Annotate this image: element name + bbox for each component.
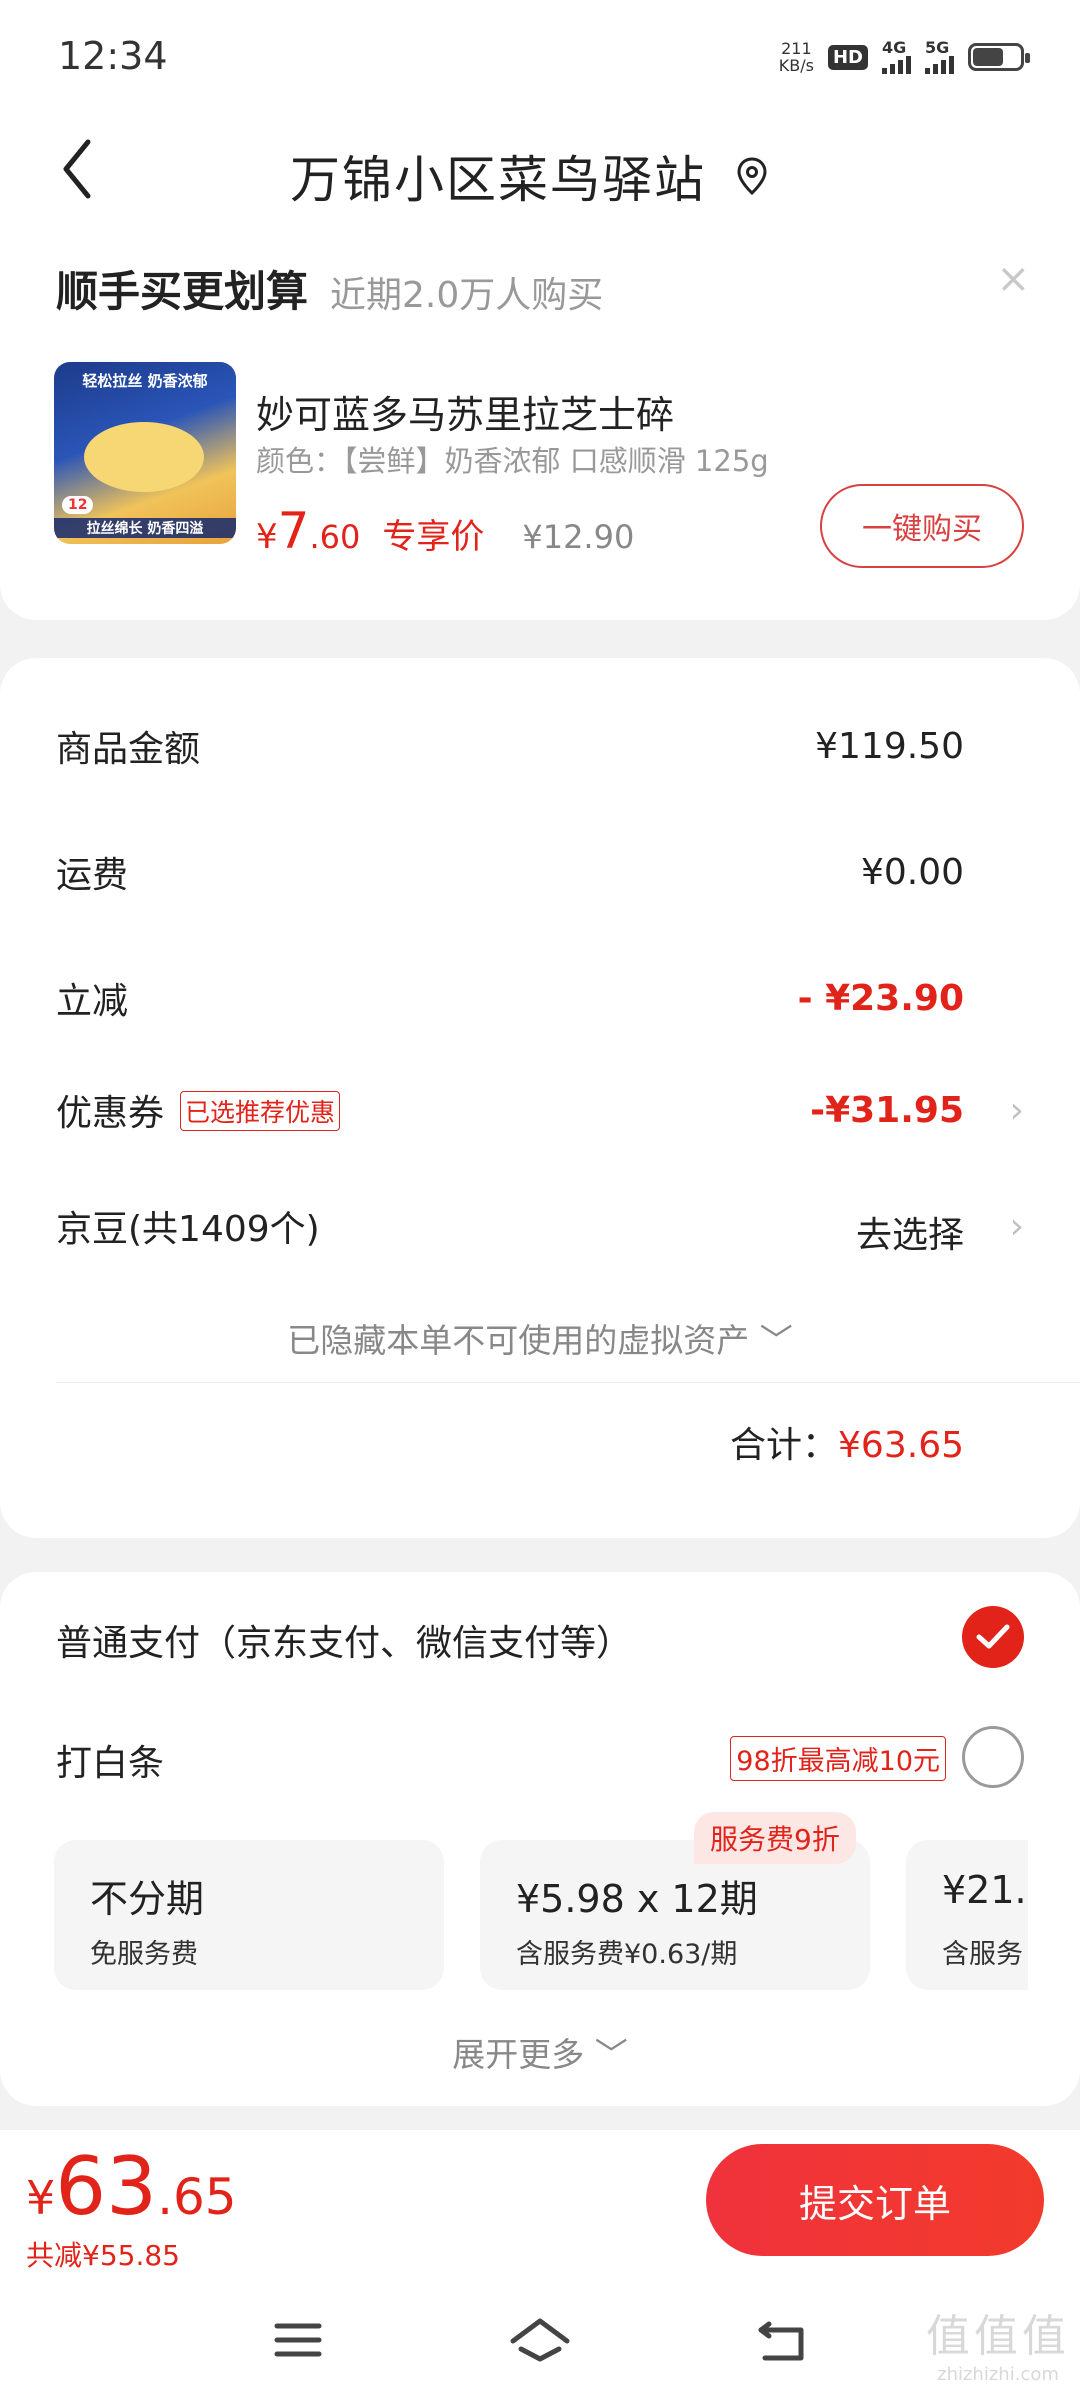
return-icon (758, 2321, 804, 2361)
chevron-right-icon: › (1009, 1206, 1024, 1247)
net-speed: 211 KB/s (778, 39, 814, 75)
coupon-badge: 已选推荐优惠 (180, 1091, 341, 1131)
chevron-right-icon: › (1009, 1090, 1024, 1131)
status-icons: 211 KB/s HD 4G 5G (778, 39, 1030, 75)
watermark-logo: 值值值 zhizhizhi.com (926, 2311, 1070, 2385)
goods-amount-row: 商品金额 ¥119.50 (56, 726, 964, 770)
hidden-assets-toggle[interactable]: 已隐藏本单不可使用的虚拟资产 ﹀ (0, 1314, 1080, 1362)
checked-radio[interactable] (962, 1606, 1024, 1668)
product-name[interactable]: 妙可蓝多马苏里拉芝士碎 (256, 384, 674, 439)
product-spec: 颜色：【尝鲜】奶香浓郁 口感顺滑 125g (256, 444, 769, 478)
header: 万锦小区菜鸟驿站 (0, 120, 1080, 230)
service-fee-discount-badge: 服务费9折 (694, 1812, 856, 1864)
menu-icon (274, 2323, 322, 2357)
instant-discount-row: 立减 - ¥23.90 (56, 978, 964, 1022)
battery-icon (968, 43, 1030, 71)
page-title: 万锦小区菜鸟驿站 (290, 151, 706, 209)
checkout-total: ¥ 63 .65 (26, 2140, 237, 2233)
coupon-row[interactable]: 优惠券 已选推荐优惠 -¥31.95 › (56, 1084, 1024, 1144)
jd-beans-row[interactable]: 京豆(共1409个) 去选择 › (56, 1200, 1024, 1260)
plan-other-installments[interactable]: ¥21.8 含服务 (906, 1840, 1028, 1990)
unchecked-radio[interactable] (962, 1726, 1024, 1788)
upsell-subtitle: 近期2.0万人购买 (330, 275, 604, 316)
system-nav-bar (0, 2290, 1080, 2400)
upsell-card: 顺手买更划算 近期2.0万人购买 × 轻松拉丝 奶香浓郁 12 拉丝绵长 奶香四… (0, 230, 1080, 620)
status-time: 12:34 (58, 34, 168, 78)
exclusive-price-tag: 专享价 (382, 517, 485, 557)
plan-no-installment[interactable]: 不分期 免服务费 (54, 1840, 444, 1990)
home-icon (510, 2318, 570, 2362)
payment-method-card: 普通支付（京东支付、微信支付等） 打白条 98折最高减10元 不分期 免服务费 … (0, 1572, 1080, 2106)
normal-payment-option[interactable]: 普通支付（京东支付、微信支付等） (56, 1606, 1024, 1676)
installment-plans: 不分期 免服务费 ¥5.98 x 12期 含服务费¥0.63/期 ¥21.8 含… (54, 1840, 1028, 1990)
upsell-title: 顺手买更划算 (56, 267, 309, 316)
back-button[interactable] (48, 134, 118, 204)
menu-button[interactable] (258, 2300, 338, 2380)
signal-4g-icon: 4G (882, 40, 911, 74)
order-total: 合计：¥63.65 (730, 1425, 964, 1466)
original-price: ¥12.90 (522, 518, 635, 556)
one-click-buy-button[interactable]: 一键购买 (820, 484, 1024, 568)
signal-5g-icon: 5G (925, 40, 954, 74)
baitiao-promo-tag: 98折最高减10元 (730, 1736, 946, 1781)
order-summary-card: 商品金额 ¥119.50 运费 ¥0.00 立减 - ¥23.90 优惠券 已选推… (0, 658, 1080, 1538)
divider (56, 1382, 1080, 1383)
product-price: ¥ 7 .60 专享价 ¥12.90 (256, 502, 635, 560)
home-button[interactable] (500, 2300, 580, 2380)
total-saved: 共减¥55.85 (26, 2239, 180, 2272)
expand-more-toggle[interactable]: 展开更多 ﹀ (0, 2028, 1080, 2076)
checkmark-icon (976, 1624, 1010, 1649)
status-bar: 12:34 211 KB/s HD 4G 5G (0, 0, 1080, 120)
hd-icon: HD (827, 44, 868, 70)
header-title-group[interactable]: 万锦小区菜鸟驿站 (290, 140, 768, 212)
return-button[interactable] (742, 2300, 822, 2380)
close-icon[interactable]: × (996, 256, 1030, 302)
shipping-fee-row: 运费 ¥0.00 (56, 852, 964, 896)
location-pin-icon (737, 157, 767, 196)
product-image[interactable]: 轻松拉丝 奶香浓郁 12 拉丝绵长 奶香四溢 (54, 362, 236, 544)
checkout-bar: ¥ 63 .65 共减¥55.85 提交订单 值值值 zhizhizhi.com (0, 2130, 1080, 2400)
back-arrow-icon (63, 139, 91, 199)
baitiao-payment-option[interactable]: 打白条 98折最高减10元 (56, 1726, 1024, 1796)
submit-order-button[interactable]: 提交订单 (706, 2144, 1044, 2256)
